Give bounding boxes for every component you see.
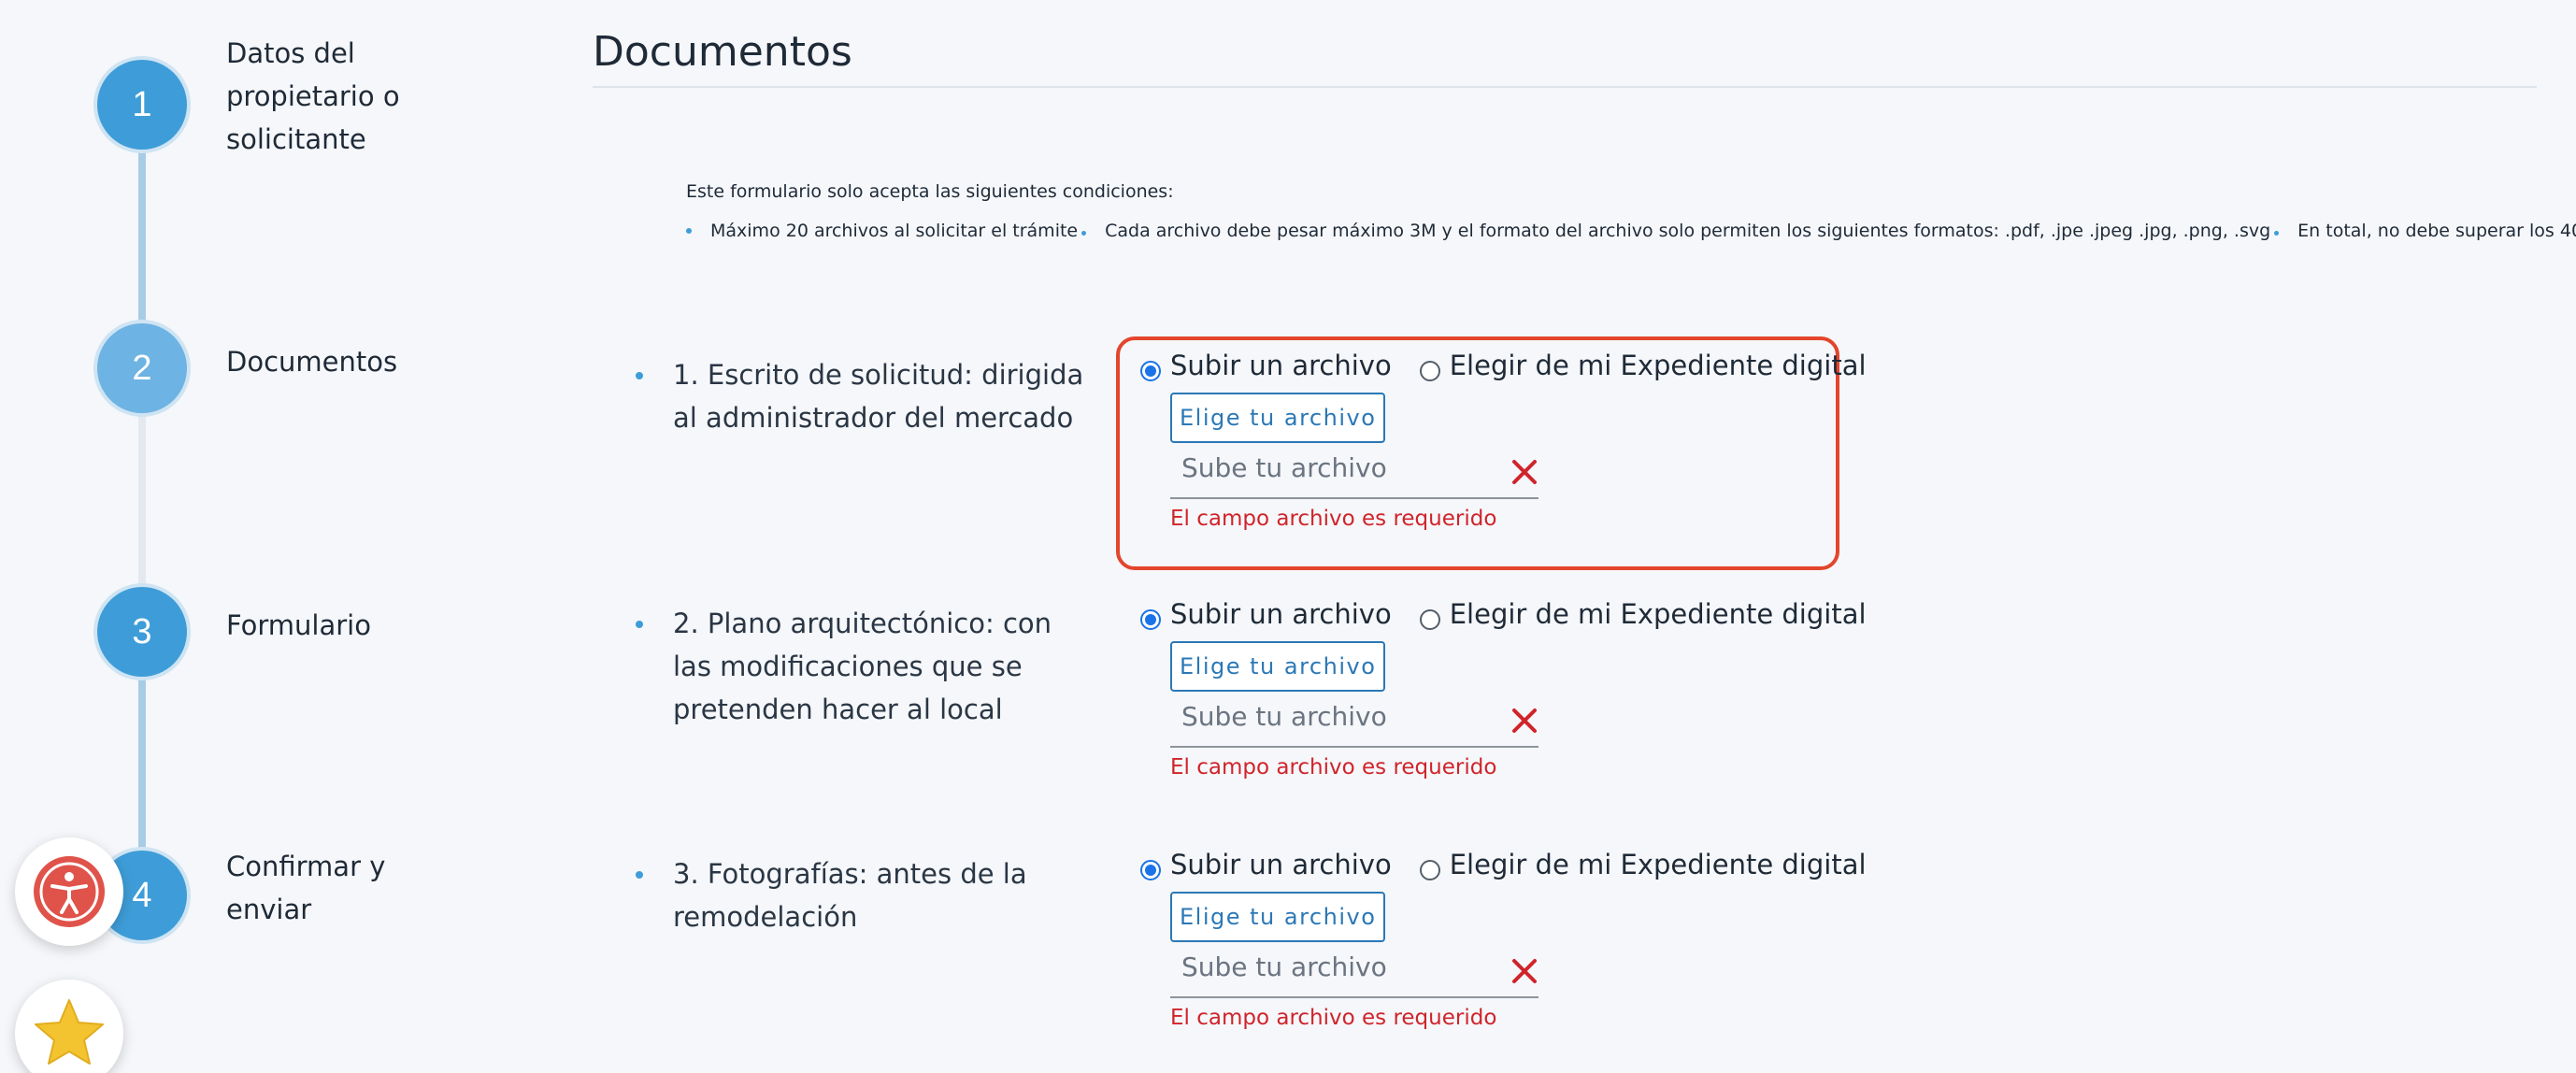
step-2-label[interactable]: Documentos — [226, 340, 397, 383]
favorite-button[interactable] — [15, 980, 123, 1073]
radio-upload[interactable] — [1140, 609, 1161, 630]
accessibility-button[interactable] — [15, 837, 123, 946]
conditions-intro: Este formulario solo acepta las siguient… — [686, 181, 1174, 202]
bullet — [1081, 230, 1087, 236]
stepper-connector — [138, 150, 146, 332]
bullet — [636, 871, 643, 879]
step-1-circle[interactable]: 1 — [97, 60, 187, 150]
radio-upload[interactable] — [1140, 860, 1161, 880]
conditions-list: Máximo 20 archivos al solicitar el trámi… — [686, 221, 2576, 241]
step-4-label[interactable]: Confirmar y enviar — [226, 845, 413, 931]
file-placeholder: Sube tu archivo — [1181, 701, 1387, 732]
radio-expediente-label[interactable]: Elegir de mi Expediente digital — [1450, 598, 1867, 630]
radio-upload-label[interactable]: Subir un archivo — [1170, 849, 1392, 880]
radio-expediente-label[interactable]: Elegir de mi Expediente digital — [1450, 849, 1867, 880]
condition-item: Cada archivo debe pesar máximo 3M y el f… — [1105, 221, 2271, 241]
step-3-label[interactable]: Formulario — [226, 604, 371, 647]
file-placeholder: Sube tu archivo — [1181, 452, 1387, 483]
radio-expediente[interactable] — [1419, 609, 1440, 630]
close-icon[interactable] — [1510, 451, 1538, 488]
choose-file-button[interactable]: Elige tu archivo — [1170, 892, 1386, 942]
choose-file-button[interactable]: Elige tu archivo — [1170, 641, 1386, 692]
radio-expediente-label[interactable]: Elegir de mi Expediente digital — [1450, 350, 1867, 381]
radio-upload[interactable] — [1140, 361, 1161, 381]
error-message: El campo archivo es requerido — [1170, 1006, 1497, 1030]
bullet — [636, 372, 643, 379]
file-input[interactable]: Sube tu archivo — [1170, 950, 1538, 998]
title-divider — [593, 86, 2537, 88]
page: 1 Datos del propietario o solicitante 2 … — [0, 0, 2576, 1073]
bullet — [2274, 230, 2280, 236]
source-options: Subir un archivo Elegir de mi Expediente… — [1140, 350, 1895, 381]
bullet — [636, 621, 643, 628]
source-options: Subir un archivo Elegir de mi Expediente… — [1140, 598, 1895, 630]
step-1-label[interactable]: Datos del propietario o solicitante — [226, 32, 469, 161]
document-label: 3. Fotografías: antes de la remodelación — [673, 858, 1027, 933]
error-message: El campo archivo es requerido — [1170, 507, 1497, 531]
radio-upload-label[interactable]: Subir un archivo — [1170, 350, 1392, 381]
radio-expediente[interactable] — [1419, 361, 1440, 381]
file-placeholder: Sube tu archivo — [1181, 951, 1387, 982]
condition-item: En total, no debe superar los 40M — [2297, 221, 2576, 241]
radio-upload-label[interactable]: Subir un archivo — [1170, 598, 1392, 630]
file-input[interactable]: Sube tu archivo — [1170, 451, 1538, 499]
bullet — [686, 228, 692, 234]
star-icon — [35, 999, 104, 1065]
document-label: 1. Escrito de solicitud: dirigida al adm… — [673, 359, 1084, 434]
stepper-connector — [138, 678, 146, 860]
close-icon[interactable] — [1510, 950, 1538, 987]
accessibility-icon — [34, 856, 105, 927]
source-options: Subir un archivo Elegir de mi Expediente… — [1140, 849, 1895, 880]
radio-expediente[interactable] — [1419, 860, 1440, 880]
error-message: El campo archivo es requerido — [1170, 755, 1497, 780]
condition-item: Máximo 20 archivos al solicitar el trámi… — [710, 221, 1079, 241]
step-3-circle[interactable]: 3 — [97, 587, 187, 677]
stepper-connector — [138, 416, 146, 598]
document-label: 2. Plano arquitectónico: con las modific… — [673, 608, 1052, 725]
step-2-circle[interactable]: 2 — [97, 323, 187, 413]
file-input[interactable]: Sube tu archivo — [1170, 699, 1538, 748]
choose-file-button[interactable]: Elige tu archivo — [1170, 393, 1386, 443]
page-title: Documentos — [593, 28, 852, 76]
close-icon[interactable] — [1510, 699, 1538, 737]
